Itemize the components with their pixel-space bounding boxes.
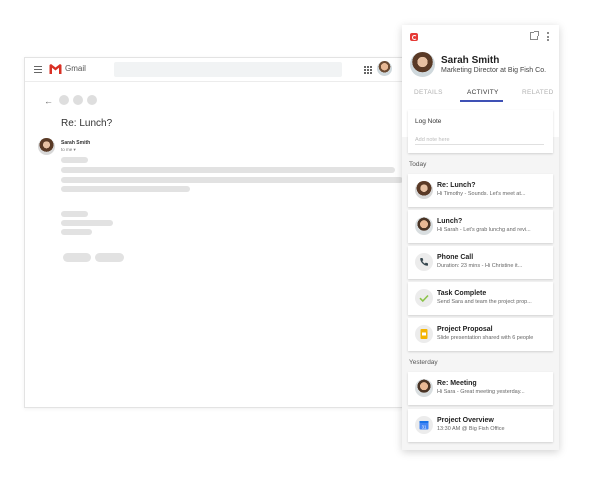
contact-avatar bbox=[410, 52, 435, 77]
gmail-wordmark: Gmail bbox=[65, 64, 86, 73]
svg-text:31: 31 bbox=[422, 424, 427, 429]
activity-subtitle: 13:30 AM @ Big Fish Office bbox=[437, 426, 505, 432]
contact-title: Marketing Director at Big Fish Co. bbox=[441, 67, 547, 74]
activity-item[interactable]: Lunch? Hi Sarah - Let's grab lunchg and … bbox=[408, 210, 553, 243]
back-arrow-icon[interactable]: ← bbox=[44, 97, 53, 106]
avatar bbox=[415, 217, 433, 235]
log-note-title: Log Note bbox=[415, 118, 442, 125]
activity-item[interactable]: Task Complete Send Sara and team the pro… bbox=[408, 282, 553, 315]
activity-title: Lunch? bbox=[437, 218, 463, 225]
forward-button-placeholder[interactable] bbox=[95, 253, 124, 262]
tab-activity[interactable]: ACTIVITY bbox=[467, 89, 499, 96]
slides-icon bbox=[415, 325, 433, 343]
text-placeholder bbox=[61, 157, 88, 163]
apps-grid-icon[interactable] bbox=[364, 66, 372, 74]
activity-subtitle: Slide presentation shared with 6 people bbox=[437, 335, 534, 341]
activity-subtitle: Hi Sarah - Let's grab lunchg and revi... bbox=[437, 227, 531, 233]
activity-subtitle: Send Sara and team the project prop... bbox=[437, 299, 532, 305]
avatar bbox=[415, 379, 433, 397]
sender-name: Sarah Smith bbox=[61, 140, 91, 146]
sender-recipient[interactable]: to me ▾ bbox=[61, 147, 76, 153]
section-today: Today bbox=[409, 161, 427, 168]
activity-item[interactable]: Re: Lunch? Hi Timothy - Sounds. Let's me… bbox=[408, 174, 553, 207]
phone-icon bbox=[415, 253, 433, 271]
activity-title: Phone Call bbox=[437, 254, 474, 261]
search-bar[interactable] bbox=[114, 62, 342, 77]
gmail-window: Gmail ← Re: Lunch? Sarah Smith to me ▾ bbox=[24, 57, 404, 408]
gmail-topbar: Gmail bbox=[25, 58, 403, 82]
activity-item[interactable]: Phone Call Duration: 23 mins - Hi Christ… bbox=[408, 246, 553, 279]
activity-item[interactable]: Project Proposal Slide presentation shar… bbox=[408, 318, 553, 351]
more-options-icon[interactable] bbox=[547, 32, 549, 41]
toolbar-placeholder-icon[interactable] bbox=[59, 95, 69, 105]
text-placeholder bbox=[61, 167, 395, 173]
text-placeholder bbox=[61, 220, 113, 226]
gmail-logo-icon[interactable] bbox=[49, 63, 62, 75]
activity-item[interactable]: 31 Project Overview 13:30 AM @ Big Fish … bbox=[408, 409, 553, 442]
log-note-card: Log Note bbox=[408, 110, 553, 153]
text-placeholder bbox=[61, 186, 190, 192]
text-placeholder bbox=[61, 211, 88, 217]
text-placeholder bbox=[61, 229, 92, 235]
toolbar-placeholder-icon[interactable] bbox=[87, 95, 97, 105]
contact-name: Sarah Smith bbox=[441, 55, 500, 66]
reply-button-placeholder[interactable] bbox=[63, 253, 91, 262]
section-yesterday: Yesterday bbox=[409, 359, 438, 366]
toolbar-placeholder-icon[interactable] bbox=[73, 95, 83, 105]
calendar-icon: 31 bbox=[415, 416, 433, 434]
checkmark-icon bbox=[415, 289, 433, 307]
sender-avatar bbox=[38, 138, 55, 155]
tab-details[interactable]: DETAILS bbox=[414, 89, 443, 96]
log-note-input[interactable] bbox=[415, 136, 544, 145]
active-tab-indicator bbox=[460, 100, 503, 102]
activity-title: Re: Lunch? bbox=[437, 182, 476, 189]
account-avatar[interactable] bbox=[377, 61, 392, 76]
crm-side-panel: Sarah Smith Marketing Director at Big Fi… bbox=[402, 25, 559, 450]
open-external-icon[interactable] bbox=[530, 31, 539, 40]
text-placeholder bbox=[61, 177, 403, 183]
activity-title: Re: Meeting bbox=[437, 380, 477, 387]
avatar bbox=[415, 181, 433, 199]
activity-subtitle: Duration: 23 mins - Hi Christine it... bbox=[437, 263, 523, 269]
menu-icon[interactable] bbox=[34, 66, 42, 73]
email-subject: Re: Lunch? bbox=[61, 118, 113, 129]
activity-subtitle: Hi Sara - Great meeting yesterday... bbox=[437, 389, 525, 395]
activity-subtitle: Hi Timothy - Sounds. Let's meet at... bbox=[437, 191, 526, 197]
activity-title: Project Proposal bbox=[437, 326, 493, 333]
activity-item[interactable]: Re: Meeting Hi Sara - Great meeting yest… bbox=[408, 372, 553, 405]
activity-title: Project Overview bbox=[437, 417, 494, 424]
brand-logo-icon bbox=[410, 33, 418, 41]
tab-related[interactable]: RELATED bbox=[522, 89, 554, 96]
activity-title: Task Complete bbox=[437, 290, 487, 297]
